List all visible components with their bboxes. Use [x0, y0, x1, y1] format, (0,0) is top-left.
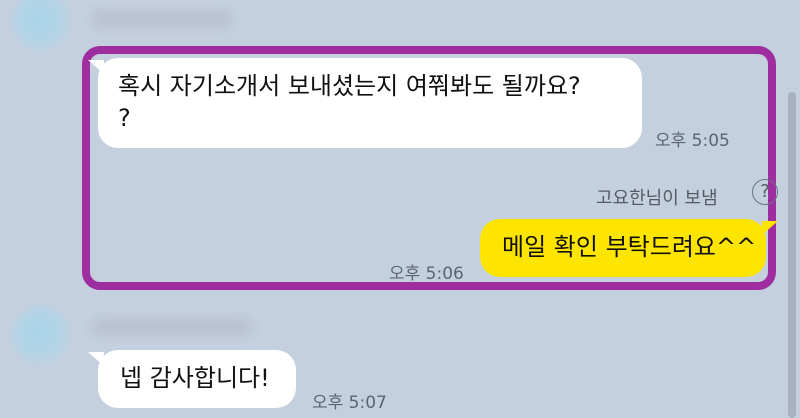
message-text-line: 혹시 자기소개서 보내셨는지 여쭤봐도 될까요? — [118, 72, 581, 100]
sent-by-label: 고요한님이 보냄 — [596, 188, 718, 209]
scrollbar[interactable] — [788, 92, 796, 418]
message-text: 넵 감사합니다! — [120, 364, 270, 392]
message-time: 오후 5:06 — [389, 264, 464, 284]
message-bubble-incoming[interactable]: 넵 감사합니다! — [98, 350, 296, 408]
message-text-line: ? — [118, 104, 131, 133]
message-bubble-outgoing[interactable]: 메일 확인 부탁드려요^^ — [480, 219, 766, 277]
bubble-tail — [762, 221, 778, 235]
message-text: 메일 확인 부탁드려요^^ — [502, 233, 757, 261]
chat-room: 혹시 자기소개서 보내셨는지 여쭤봐도 될까요? ? 오후 5:05 고요한님이… — [0, 0, 800, 418]
avatar[interactable] — [12, 0, 72, 52]
message-bubble-incoming[interactable]: 혹시 자기소개서 보내셨는지 여쭤봐도 될까요? ? — [98, 58, 642, 148]
message-time: 오후 5:05 — [655, 131, 730, 151]
sender-name-blurred — [92, 10, 232, 28]
help-icon[interactable]: ? — [752, 179, 778, 205]
message-time: 오후 5:07 — [312, 393, 387, 413]
avatar[interactable] — [12, 306, 72, 366]
sender-name-blurred — [92, 318, 252, 336]
